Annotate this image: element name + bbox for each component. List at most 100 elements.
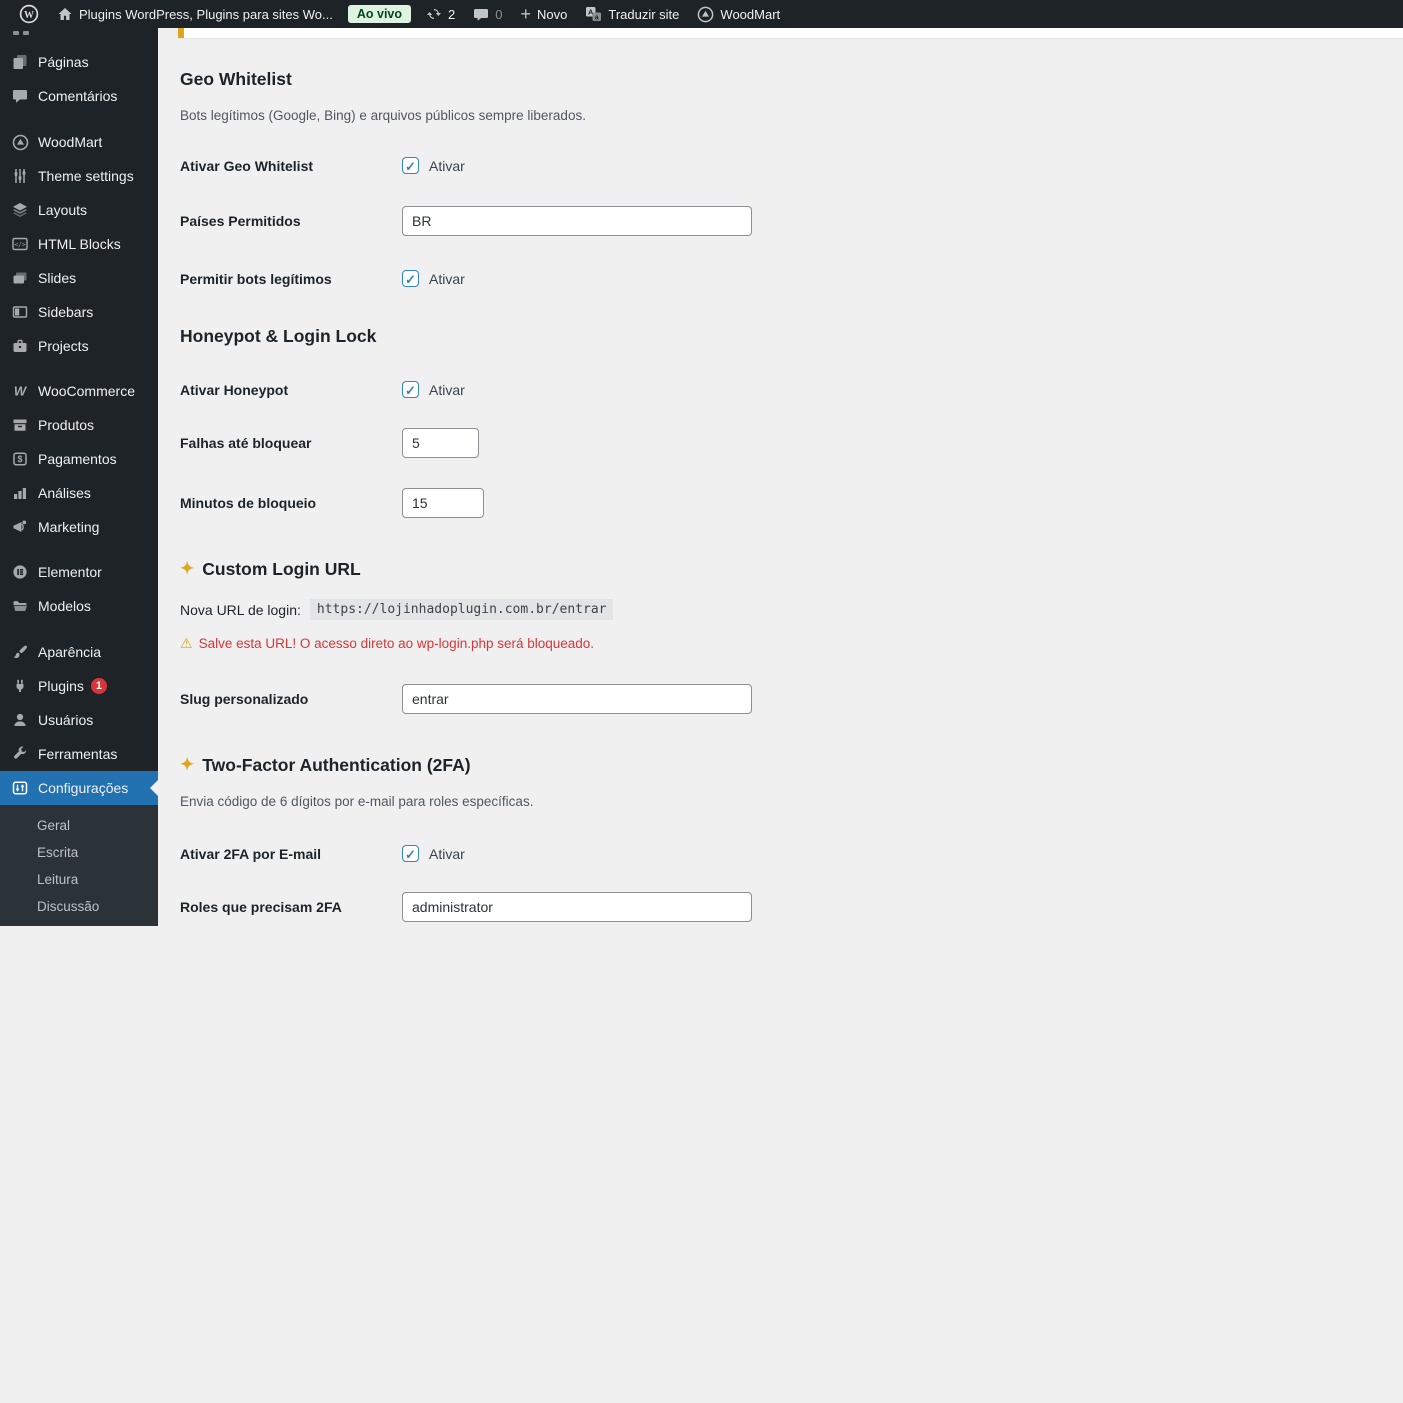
- sidebar-item-html-blocks[interactable]: </> HTML Blocks: [0, 227, 158, 261]
- sidebar-item-elementor[interactable]: Elementor: [0, 555, 158, 589]
- new-content-menu[interactable]: + Novo: [511, 0, 576, 28]
- geo-whitelist-description: Bots legítimos (Google, Bing) e arquivos…: [180, 108, 586, 123]
- svg-text:$: $: [17, 454, 22, 464]
- sidebar-item-paginas[interactable]: Páginas: [0, 45, 158, 79]
- field-label: Falhas até bloquear: [180, 435, 312, 451]
- sidebar-item-label: Usuários: [38, 712, 94, 728]
- tfa-email-checkbox[interactable]: [402, 845, 419, 862]
- site-menu[interactable]: Plugins WordPress, Plugins para sites Wo…: [48, 0, 342, 28]
- tfa-heading: ✦ Two-Factor Authentication (2FA): [180, 754, 918, 776]
- sidebar-item-layouts[interactable]: Layouts: [0, 193, 158, 227]
- sidebar-item-analises[interactable]: Análises: [0, 476, 158, 510]
- sidebar-item-ferramentas[interactable]: Ferramentas: [0, 737, 158, 771]
- sidebar-item-usuarios[interactable]: Usuários: [0, 703, 158, 737]
- failures-before-block-input[interactable]: [402, 428, 479, 458]
- custom-login-url-heading: ✦ Custom Login URL: [180, 558, 918, 580]
- sidebar-item-aparencia[interactable]: Aparência: [0, 635, 158, 669]
- setting-row-permitir-bots: Permitir bots legítimos Ativar: [180, 270, 918, 287]
- comment-count: 0: [495, 6, 503, 22]
- sidebar-item-woodmart[interactable]: WoodMart: [0, 125, 158, 159]
- sidebar-item-label: Marketing: [38, 519, 100, 535]
- field-label: Minutos de bloqueio: [180, 495, 317, 511]
- plus-icon: +: [520, 4, 531, 24]
- geo-whitelist-heading: Geo Whitelist: [180, 69, 292, 89]
- field-label: Ativar Honeypot: [180, 381, 289, 398]
- sidebar-item-projects[interactable]: Projects: [0, 329, 158, 363]
- payments-icon: $: [11, 451, 29, 467]
- checkbox-label: Ativar: [429, 381, 465, 398]
- home-icon: [57, 6, 73, 22]
- comments-menu[interactable]: 0: [464, 0, 511, 28]
- tfa-title: Two-Factor Authentication (2FA): [202, 755, 471, 775]
- sidebar-item-label: Análises: [38, 485, 91, 501]
- sidebar-item-label: Pagamentos: [38, 451, 117, 467]
- sidebar-item-label: Elementor: [38, 564, 102, 580]
- sidebar-item-label: Aparência: [38, 644, 102, 660]
- sidebar-item-theme-settings[interactable]: Theme settings: [0, 159, 158, 193]
- custom-slug-input[interactable]: [402, 684, 752, 714]
- woodmart-logo-icon: [697, 6, 714, 23]
- megaphone-icon: [11, 519, 29, 535]
- code-block-icon: </>: [11, 236, 29, 252]
- new-label: Novo: [537, 6, 568, 22]
- sidebar-item-modelos[interactable]: Modelos: [0, 589, 158, 623]
- sidebar-item-label: Configurações: [38, 780, 129, 796]
- submenu-item-geral[interactable]: Geral: [0, 812, 158, 839]
- settings-icon: [11, 780, 29, 796]
- field-label: Permitir bots legítimos: [180, 270, 332, 287]
- sidebar-item-comentarios[interactable]: Comentários: [0, 79, 158, 113]
- cropped-menu-item-icon: [13, 31, 158, 39]
- sidebar-item-label: Sidebars: [38, 304, 94, 320]
- sidebar-item-label: Ferramentas: [38, 746, 118, 762]
- settings-submenu: Geral Escrita Leitura Discussão: [0, 805, 158, 926]
- setting-row-falhas-bloquear: Falhas até bloquear: [180, 428, 918, 458]
- allowed-countries-input[interactable]: [402, 206, 752, 236]
- new-login-url-label: Nova URL de login:: [180, 601, 301, 618]
- honeypot-heading: Honeypot & Login Lock: [180, 326, 377, 346]
- field-label: Países Permitidos: [180, 213, 301, 229]
- honeypot-checkbox[interactable]: [402, 381, 419, 398]
- paintbrush-icon: [11, 644, 29, 660]
- tfa-description: Envia código de 6 dígitos por e-mail par…: [180, 794, 534, 809]
- checkbox-label: Ativar: [429, 270, 465, 287]
- sidebar-item-sidebars[interactable]: Sidebars: [0, 295, 158, 329]
- setting-row-ativar-2fa: Ativar 2FA por E-mail Ativar: [180, 845, 918, 862]
- sidebar-item-marketing[interactable]: Marketing: [0, 510, 158, 544]
- sidebar-layout-icon: [11, 304, 29, 320]
- setting-row-minutos-bloqueio: Minutos de bloqueio: [180, 488, 918, 518]
- submenu-item-discussao[interactable]: Discussão: [0, 893, 158, 920]
- tfa-roles-input[interactable]: [402, 892, 752, 922]
- block-minutes-input[interactable]: [402, 488, 484, 518]
- setting-row-ativar-geo-whitelist: Ativar Geo Whitelist Ativar: [180, 157, 918, 174]
- archive-box-icon: [11, 417, 29, 433]
- sidebar-item-pagamentos[interactable]: $ Pagamentos: [0, 442, 158, 476]
- woodmart-label: WoodMart: [720, 6, 781, 22]
- checkbox-label: Ativar: [429, 157, 465, 174]
- sidebar-item-produtos[interactable]: Produtos: [0, 408, 158, 442]
- sidebar-item-label: WoodMart: [38, 134, 103, 150]
- sidebar-item-label: Theme settings: [38, 168, 134, 184]
- wordpress-logo-menu[interactable]: W: [10, 0, 48, 28]
- site-title: Plugins WordPress, Plugins para sites Wo…: [79, 6, 333, 22]
- geo-whitelist-checkbox[interactable]: [402, 157, 419, 174]
- woodmart-topbar-menu[interactable]: WoodMart: [688, 0, 789, 28]
- comments-icon: [11, 88, 29, 104]
- sidebar-item-label: Comentários: [38, 88, 118, 104]
- svg-text:a: a: [595, 14, 599, 21]
- pages-icon: [11, 54, 29, 70]
- sidebar-item-configuracoes[interactable]: Configurações: [0, 771, 158, 805]
- sidebar-item-woocommerce[interactable]: W WooCommerce: [0, 374, 158, 408]
- updates-menu[interactable]: 2: [417, 0, 464, 28]
- setting-row-roles-2fa: Roles que precisam 2FA: [180, 892, 918, 922]
- sidebar-item-slides[interactable]: Slides: [0, 261, 158, 295]
- sidebar-item-label: Projects: [38, 338, 89, 354]
- briefcase-icon: [11, 338, 29, 354]
- update-count: 2: [448, 6, 456, 22]
- allow-bots-checkbox[interactable]: [402, 270, 419, 287]
- sidebar-item-label: Layouts: [38, 202, 88, 218]
- woodmart-icon: [11, 134, 29, 150]
- sidebar-item-plugins[interactable]: Plugins 1: [0, 669, 158, 703]
- translate-site-menu[interactable]: Aa Traduzir site: [576, 0, 688, 28]
- submenu-item-escrita[interactable]: Escrita: [0, 839, 158, 866]
- submenu-item-leitura[interactable]: Leitura: [0, 866, 158, 893]
